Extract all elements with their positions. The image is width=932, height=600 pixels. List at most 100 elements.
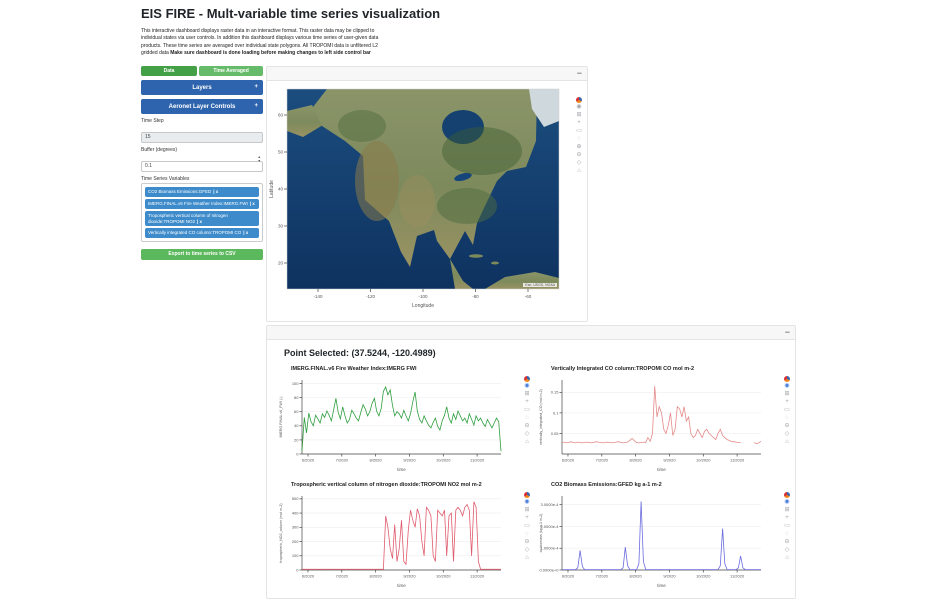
gfed-line-chart[interactable]: 0.0000e+0 1.0000e-4 2.0000e-4 3.0000e-4 6/20…: [535, 490, 775, 590]
zoom-in-icon[interactable]: ⊕: [576, 144, 581, 151]
chip-close-icon[interactable]: | x: [243, 230, 248, 235]
map-card: − -140 -120 -100 -80 -60 60 50 40 30 20 …: [266, 66, 588, 322]
autoscale-icon[interactable]: ◇: [525, 431, 530, 438]
zoom-out-icon[interactable]: ⊖: [524, 539, 529, 546]
no2-line-chart[interactable]: 0 100 200 300 400 500 6/2020 7/2020 8/2020 9/2020…: [275, 490, 515, 590]
zoom-icon[interactable]: ⊞: [524, 507, 529, 514]
reset-axes-icon[interactable]: ⌂: [525, 555, 529, 562]
box-select-icon[interactable]: ▭: [784, 407, 790, 414]
lasso-select-icon[interactable]: ◌: [525, 415, 529, 422]
x-tick-label: 7/2020: [336, 574, 349, 579]
variable-chip[interactable]: Vertically integrated CO column:TROPOMI …: [145, 228, 259, 239]
variable-chip[interactable]: Tropospheric vertical column of nitrogen…: [145, 210, 259, 227]
autoscale-icon[interactable]: ◇: [785, 547, 790, 554]
page-title: EIS FIRE - Mult-variable time series vis…: [141, 6, 441, 21]
layers-accordion[interactable]: Layers +: [141, 80, 263, 95]
autoscale-icon[interactable]: ◇: [525, 547, 530, 554]
variable-chip-label: Tropospheric vertical column of nitrogen…: [148, 212, 228, 224]
x-tick-label: 8/2020: [370, 574, 383, 579]
plotly-logo-icon[interactable]: [524, 492, 530, 498]
box-select-icon[interactable]: ▭: [524, 407, 530, 414]
time-averaged-tab-button[interactable]: Time Averaged: [199, 66, 263, 76]
chart-title: Tropospheric vertical column of nitrogen…: [291, 482, 482, 488]
collapse-map-button[interactable]: −: [577, 68, 582, 79]
co-line-chart[interactable]: 0.05 0.1 0.15 6/2020 7/2020 8/2020 9/2020 10/20…: [535, 374, 775, 474]
plotly-logo-icon[interactable]: [784, 376, 790, 382]
lasso-select-icon[interactable]: ◌: [525, 531, 529, 538]
map-image: [286, 88, 560, 290]
pan-icon[interactable]: +: [785, 515, 789, 522]
autoscale-icon[interactable]: ◇: [785, 431, 790, 438]
zoom-icon[interactable]: ⊞: [784, 391, 789, 398]
plotly-logo-icon[interactable]: [524, 376, 530, 382]
y-axis-label: co.biomass (kg a-1 m-2): [539, 514, 543, 553]
x-tick-label: 11/2020: [730, 574, 745, 579]
latitude-tick-label: 20: [278, 261, 284, 266]
variable-chip-label: Vertically integrated CO column:TROPOMI …: [148, 230, 242, 236]
y-tick-label: 2.0000e-4: [540, 524, 559, 529]
chip-close-icon[interactable]: | x: [197, 219, 202, 224]
time-step-input[interactable]: [141, 131, 263, 143]
collapse-point-button[interactable]: −: [785, 327, 790, 338]
chip-close-icon[interactable]: | x: [250, 201, 255, 206]
data-line: [301, 385, 502, 452]
reset-axes-icon[interactable]: ⌂: [785, 439, 789, 446]
chart-modebar: ◉ ⊞ + ▭ ◌ ⊖ ◇ ⌂: [784, 492, 790, 562]
plotly-logo-icon[interactable]: [576, 97, 582, 103]
box-select-icon[interactable]: ▭: [784, 523, 790, 530]
zoom-out-icon[interactable]: ⊖: [524, 423, 529, 430]
lasso-select-icon[interactable]: ◌: [785, 531, 789, 538]
data-line: [561, 386, 762, 445]
zoom-out-icon[interactable]: ⊖: [784, 423, 789, 430]
latitude-axis-label: Latitude: [269, 180, 275, 198]
stepper-icon[interactable]: ▲ ▼: [258, 155, 261, 163]
autoscale-icon[interactable]: ◇: [577, 160, 582, 167]
y-tick-label: 60: [294, 409, 299, 414]
zoom-out-icon[interactable]: ⊖: [784, 539, 789, 546]
fwi-line-chart[interactable]: 0 20 40 60 80 100 6/2020 7/2020 8/2020 9/2020 10/2…: [275, 374, 515, 474]
zoom-icon[interactable]: ⊞: [576, 112, 581, 119]
reset-axes-icon[interactable]: ⌂: [577, 168, 581, 175]
longitude-tick-label: -100: [418, 294, 428, 299]
y-tick-label: 0.0000e+0: [539, 567, 559, 572]
box-select-icon[interactable]: ▭: [576, 128, 582, 135]
export-csv-button[interactable]: Export to time series to CSV: [141, 248, 263, 260]
box-select-icon[interactable]: ▭: [524, 523, 530, 530]
camera-icon[interactable]: ◉: [784, 383, 789, 390]
zoom-out-icon[interactable]: ⊖: [576, 152, 581, 159]
variable-chip-label: CO2 Biomass Emissions:GFED: [148, 189, 212, 194]
pan-icon[interactable]: +: [785, 399, 789, 406]
camera-icon[interactable]: ◉: [524, 499, 529, 506]
camera-icon[interactable]: ◉: [576, 104, 581, 111]
camera-icon[interactable]: ◉: [524, 383, 529, 390]
longitude-tick-label: -120: [366, 294, 376, 299]
longitude-tick-label: -80: [472, 294, 479, 299]
buffer-label: Buffer (degrees): [141, 147, 178, 153]
x-tick-label: 11/2020: [470, 574, 485, 579]
aeronet-accordion[interactable]: Aeronet Layer Controls +: [141, 99, 263, 114]
lasso-select-icon[interactable]: ◌: [577, 136, 581, 143]
camera-icon[interactable]: ◉: [784, 499, 789, 506]
chip-close-icon[interactable]: | x: [213, 189, 218, 194]
y-tick-label: 0.1: [553, 410, 559, 415]
y-tick-label: 0.15: [551, 390, 560, 395]
x-tick-label: 8/2020: [370, 458, 383, 463]
x-tick-label: 7/2020: [596, 574, 609, 579]
plotly-logo-icon[interactable]: [784, 492, 790, 498]
variable-chip[interactable]: CO2 Biomass Emissions:GFED | x: [145, 187, 259, 197]
data-tab-button[interactable]: Data: [141, 66, 198, 76]
reset-axes-icon[interactable]: ⌂: [525, 439, 529, 446]
longitude-tick-label: -60: [525, 294, 532, 299]
x-tick-label: 6/2020: [302, 574, 315, 579]
zoom-icon[interactable]: ⊞: [524, 391, 529, 398]
lasso-select-icon[interactable]: ◌: [785, 415, 789, 422]
pan-icon[interactable]: +: [525, 515, 529, 522]
chart-modebar: ◉ ⊞ + ▭ ◌ ⊖ ◇ ⌂: [784, 376, 790, 446]
reset-axes-icon[interactable]: ⌂: [785, 555, 789, 562]
zoom-icon[interactable]: ⊞: [784, 507, 789, 514]
x-tick-label: 8/2020: [630, 458, 643, 463]
pan-icon[interactable]: +: [525, 399, 529, 406]
buffer-input[interactable]: [141, 160, 263, 172]
variable-chip[interactable]: IMERG.FINAL.v6 Fire Weather Index:IMERG.…: [145, 198, 259, 209]
pan-icon[interactable]: +: [577, 120, 581, 127]
